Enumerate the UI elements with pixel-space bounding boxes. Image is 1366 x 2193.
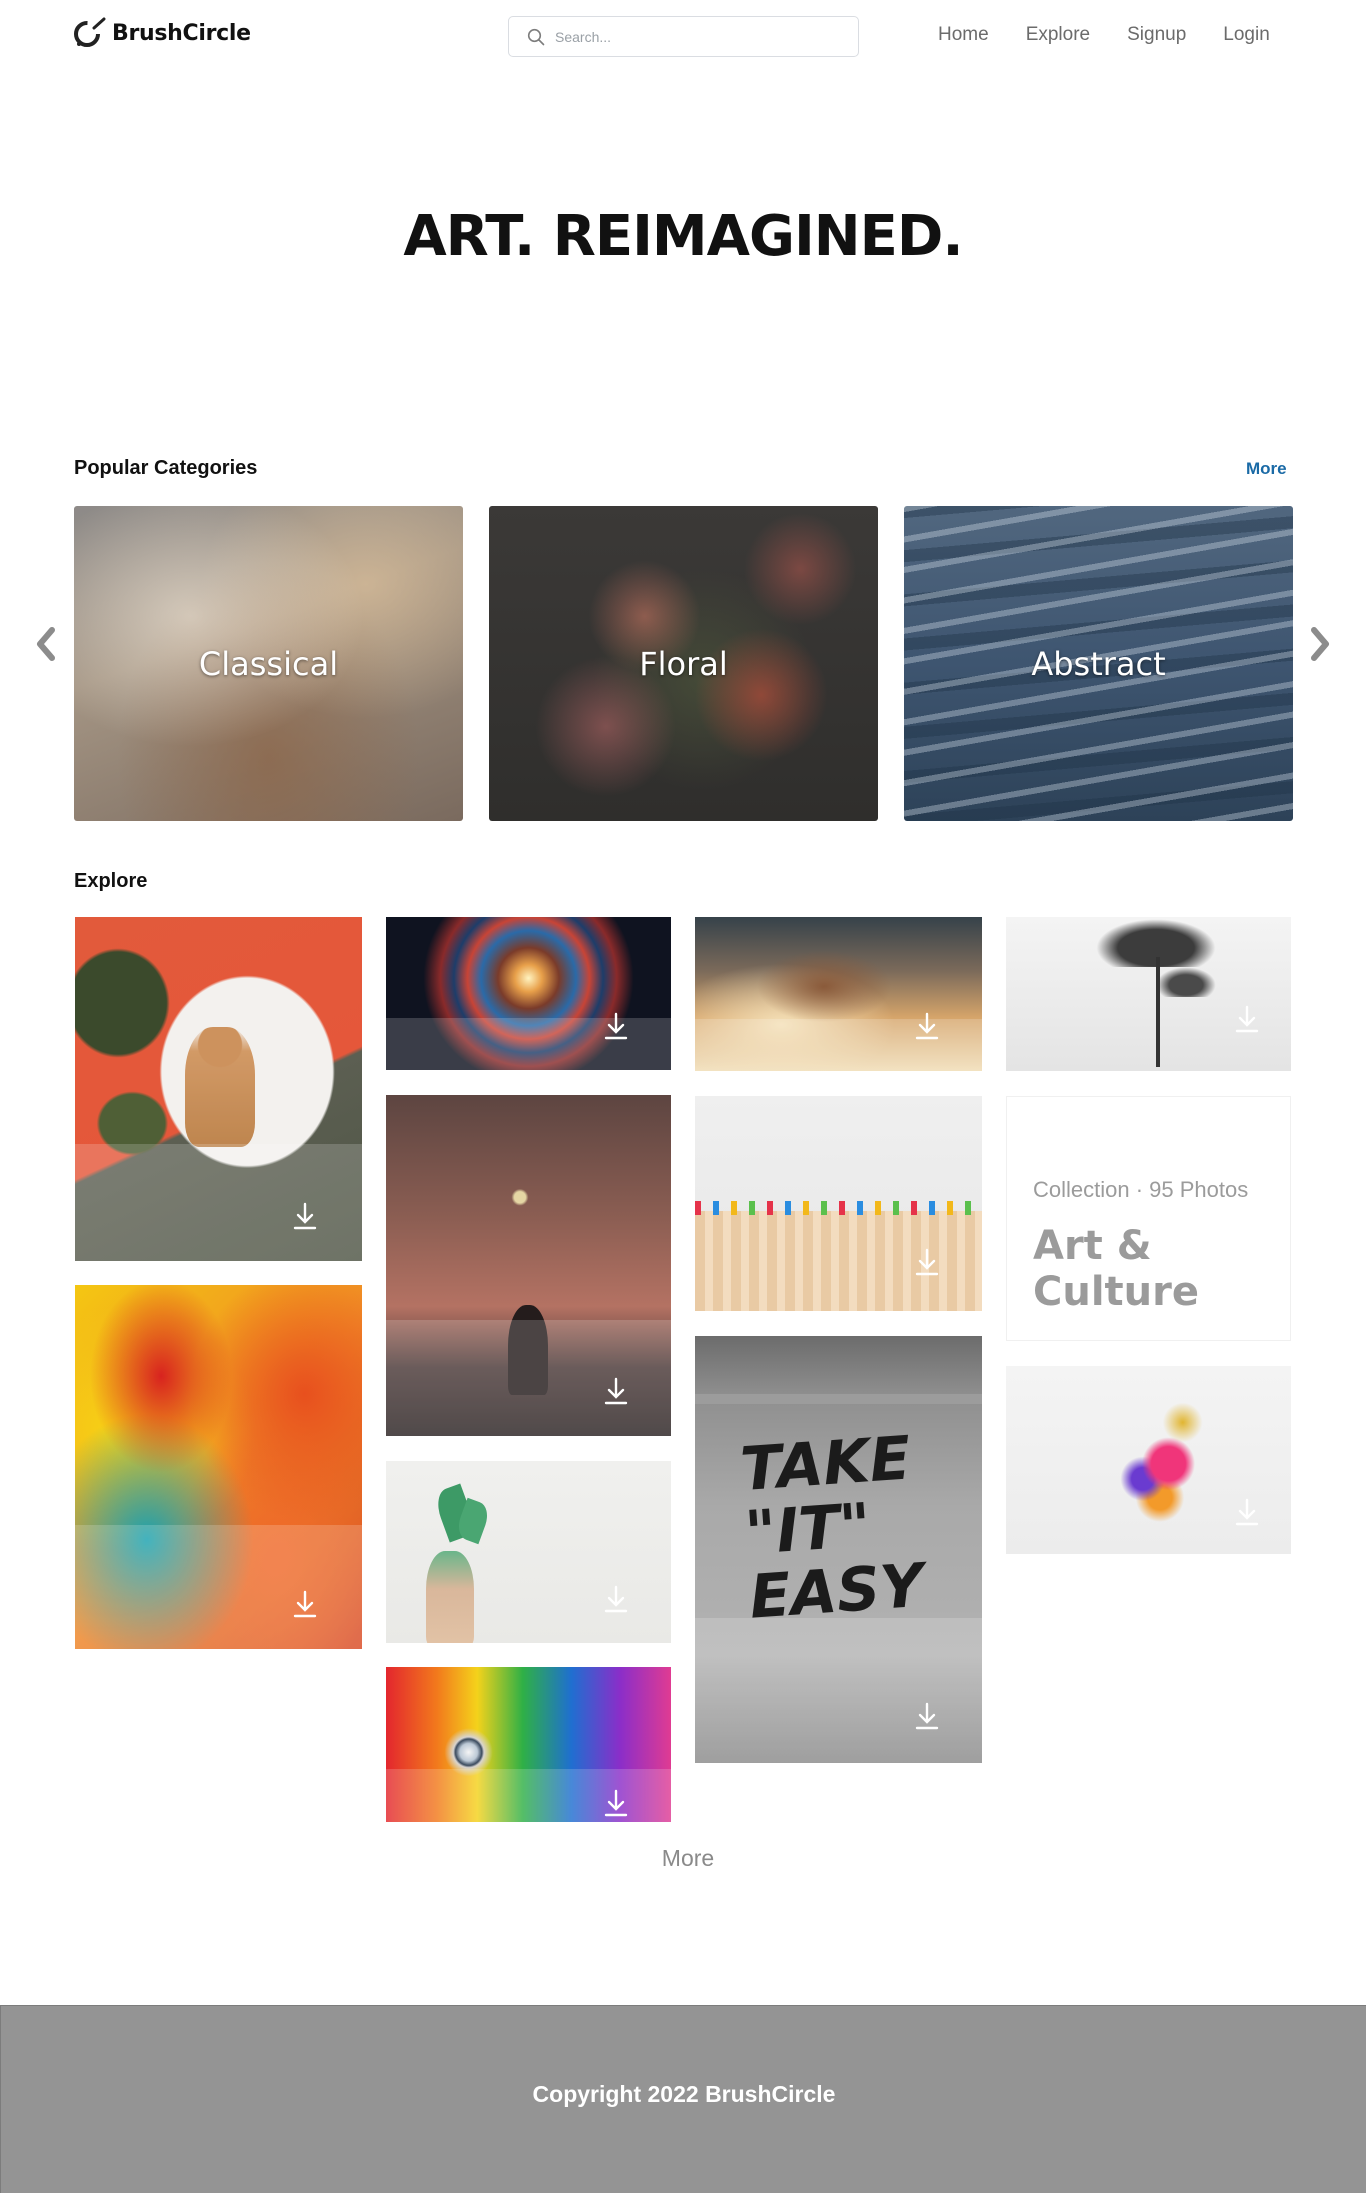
site-footer: Copyright 2022 BrushCircle <box>0 2005 1366 2193</box>
tree-crown <box>1156 967 1216 997</box>
category-card-floral[interactable]: Floral <box>489 506 878 821</box>
download-icon <box>293 1590 317 1618</box>
category-label: Floral <box>639 644 728 683</box>
search-bar[interactable] <box>508 16 859 57</box>
download-button[interactable] <box>915 1012 939 1040</box>
category-card-classical[interactable]: Classical <box>74 506 463 821</box>
logo[interactable]: BrushCircle <box>72 16 251 50</box>
collection-meta: Collection · 95 Photos <box>1033 1177 1249 1202</box>
photo-tile-paint-splash[interactable] <box>1006 1366 1291 1554</box>
download-icon <box>915 1248 939 1276</box>
nav-login-link[interactable]: Login <box>1223 24 1270 46</box>
download-button[interactable] <box>1235 1005 1259 1033</box>
carousel-prev-button[interactable] <box>30 624 62 664</box>
chevron-left-icon <box>37 627 55 661</box>
brand-name: BrushCircle <box>112 20 251 46</box>
hand-shape <box>426 1551 474 1643</box>
nav-home-link[interactable]: Home <box>938 24 989 46</box>
site-header: BrushCircle Home Explore Signup Login <box>0 0 1366 72</box>
download-icon <box>915 1702 939 1730</box>
photo-tile-brush-palette[interactable] <box>695 917 982 1071</box>
photo-tile-stained-glass[interactable] <box>386 917 671 1070</box>
category-label: Classical <box>198 644 339 683</box>
photo-tile-graffiti[interactable]: TAKE "IT" EASY <box>695 1336 982 1763</box>
download-button[interactable] <box>293 1202 317 1230</box>
download-icon <box>604 1377 628 1405</box>
copyright-text: Copyright 2022 BrushCircle <box>532 2081 836 2107</box>
download-icon <box>604 1012 628 1040</box>
categories-more-link[interactable]: More <box>1246 459 1287 479</box>
download-icon <box>604 1585 628 1613</box>
photo-tile-painted-eye[interactable] <box>386 1667 671 1822</box>
carousel-next-button[interactable] <box>1304 624 1336 664</box>
explore-more-button[interactable]: More <box>0 1845 1366 1872</box>
download-button[interactable] <box>604 1012 628 1040</box>
photo-tile-abstract-paint[interactable] <box>75 1285 362 1649</box>
main-nav: Home Explore Signup Login <box>938 24 1270 46</box>
download-button[interactable] <box>604 1789 628 1817</box>
silhouette-figure <box>508 1305 548 1395</box>
photo-tile-leaf[interactable] <box>386 1461 671 1643</box>
download-icon <box>604 1789 628 1817</box>
download-button[interactable] <box>604 1377 628 1405</box>
hero-title: ART. REIMAGINED. <box>403 204 963 269</box>
download-button[interactable] <box>293 1590 317 1618</box>
wall-band <box>695 1394 982 1404</box>
logo-icon <box>74 17 106 47</box>
giraffe-illustration <box>185 1027 255 1147</box>
chevron-right-icon <box>1311 627 1329 661</box>
explore-heading: Explore <box>74 870 148 892</box>
download-icon <box>293 1202 317 1230</box>
download-button[interactable] <box>1235 1498 1259 1526</box>
nav-signup-link[interactable]: Signup <box>1127 24 1186 46</box>
graffiti-text: TAKE "IT" EASY <box>738 1423 926 1633</box>
tree-trunk <box>1156 957 1160 1067</box>
download-button[interactable] <box>604 1585 628 1613</box>
pencil-tips-shape <box>695 1201 982 1215</box>
nav-explore-link[interactable]: Explore <box>1026 24 1090 46</box>
categories-heading: Popular Categories <box>74 457 258 479</box>
download-icon <box>915 1012 939 1040</box>
download-button[interactable] <box>915 1702 939 1730</box>
search-input[interactable] <box>555 28 845 45</box>
download-icon <box>1235 1005 1259 1033</box>
collection-card-art-culture[interactable]: Collection · 95 Photos Art & Culture <box>1006 1096 1291 1341</box>
photo-tile-tree[interactable] <box>1006 917 1291 1071</box>
download-icon <box>1235 1498 1259 1526</box>
category-card-abstract[interactable]: Abstract <box>904 506 1293 821</box>
search-icon <box>527 28 545 45</box>
collection-title: Art & Culture <box>1033 1223 1199 1315</box>
photo-tile-silhouette[interactable] <box>386 1095 671 1436</box>
download-button[interactable] <box>915 1248 939 1276</box>
photo-tile-giraffe[interactable] <box>75 917 362 1261</box>
photo-tile-colored-pencils[interactable] <box>695 1096 982 1311</box>
category-label: Abstract <box>1031 644 1166 683</box>
